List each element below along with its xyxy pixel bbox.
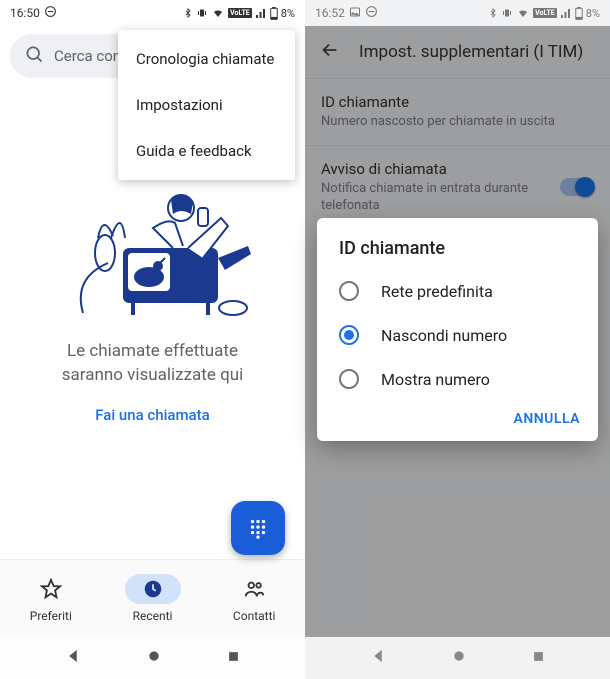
empty-illustration <box>53 158 253 318</box>
tab-contacts[interactable]: Contatti <box>203 560 305 637</box>
nav-home[interactable] <box>146 648 162 668</box>
nav-back[interactable] <box>64 647 82 669</box>
dialpad-fab[interactable] <box>231 501 285 555</box>
radio-label: Nascondi numero <box>381 326 507 345</box>
screen-recent-calls: 16:50 VoLTE 8% Cerca cont Cronologia chi… <box>0 0 305 679</box>
clock-icon <box>142 578 164 600</box>
nav-home[interactable] <box>451 648 467 668</box>
nav-back[interactable] <box>369 647 387 669</box>
tab-label: Recenti <box>133 609 173 623</box>
status-bar: 16:52 VoLTE 8% <box>305 0 610 26</box>
radio-hide-number[interactable]: Nascondi numero <box>317 313 598 357</box>
cancel-button[interactable]: ANNULLA <box>514 411 580 427</box>
dialpad-icon <box>247 517 269 539</box>
vibrate-icon <box>501 7 513 19</box>
star-icon <box>40 578 62 600</box>
empty-line1: Le chiamate effettuate <box>62 340 244 364</box>
nav-recents[interactable] <box>531 649 546 668</box>
search-icon <box>24 44 44 68</box>
status-time: 16:52 <box>315 6 345 20</box>
battery-icon <box>270 7 278 20</box>
status-bar: 16:50 VoLTE 8% <box>0 0 305 26</box>
overflow-menu: Cronologia chiamate Impostazioni Guida e… <box>118 30 295 180</box>
menu-call-history[interactable]: Cronologia chiamate <box>118 36 295 82</box>
caller-id-dialog: ID chiamante Rete predefinita Nascondi n… <box>317 218 598 441</box>
radio-label: Mostra numero <box>381 370 490 389</box>
vibrate-icon <box>196 7 208 19</box>
status-battery: 8% <box>586 7 600 20</box>
signal-icon <box>255 7 267 19</box>
tab-favorites[interactable]: Preferiti <box>0 560 102 637</box>
tab-label: Contatti <box>233 609 276 623</box>
tab-label: Preferiti <box>30 609 72 623</box>
wifi-icon <box>516 7 530 19</box>
radio-network-default[interactable]: Rete predefinita <box>317 269 598 313</box>
tab-recent[interactable]: Recenti <box>102 560 204 637</box>
image-icon <box>349 6 361 21</box>
dnd-icon <box>44 5 57 21</box>
menu-settings[interactable]: Impostazioni <box>118 82 295 128</box>
make-call-link[interactable]: Fai una chiamata <box>95 406 209 424</box>
menu-help-feedback[interactable]: Guida e feedback <box>118 128 295 174</box>
radio-icon-selected <box>339 325 359 345</box>
status-time: 16:50 <box>10 6 40 20</box>
bottom-tabs: Preferiti Recenti Contatti <box>0 559 305 637</box>
nav-recents[interactable] <box>226 649 241 668</box>
search-placeholder: Cerca cont <box>54 47 126 65</box>
radio-show-number[interactable]: Mostra numero <box>317 357 598 401</box>
volte-badge: VoLTE <box>533 8 557 18</box>
system-nav <box>305 637 610 679</box>
radio-icon <box>339 369 359 389</box>
signal-icon <box>560 7 572 19</box>
people-icon <box>242 578 266 600</box>
radio-label: Rete predefinita <box>381 282 493 301</box>
wifi-icon <box>211 7 225 19</box>
status-battery: 8% <box>281 7 295 20</box>
empty-line2: saranno visualizzate qui <box>62 364 244 388</box>
bluetooth-icon <box>183 7 193 19</box>
battery-icon <box>575 7 583 20</box>
radio-icon <box>339 281 359 301</box>
volte-badge: VoLTE <box>228 8 252 18</box>
bluetooth-icon <box>488 7 498 19</box>
dialog-title: ID chiamante <box>317 238 598 269</box>
screen-caller-id-settings: 16:52 VoLTE 8% Impost. supplementari (I … <box>305 0 610 679</box>
dnd-icon <box>365 5 378 21</box>
system-nav <box>0 637 305 679</box>
